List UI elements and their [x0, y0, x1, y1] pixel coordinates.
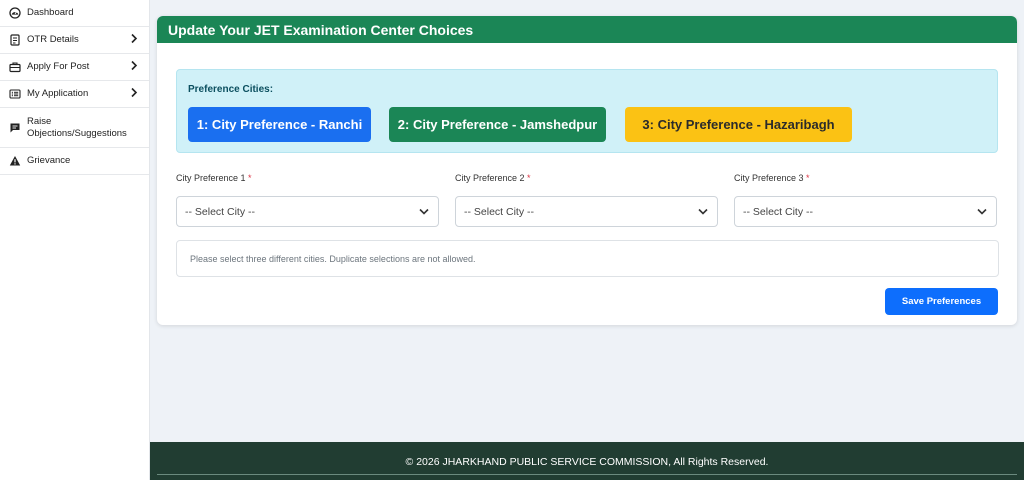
sidebar-item-grievance[interactable]: Grievance: [0, 148, 149, 175]
field-label-text: City Preference 3: [734, 173, 804, 183]
preference-cities-title: Preference Cities:: [188, 84, 274, 95]
city-preference-3-select[interactable]: -- Select City --: [734, 196, 997, 227]
city-preference-3-field: City Preference 3 * -- Select City --: [734, 173, 997, 227]
duplicate-warning-note: Please select three different cities. Du…: [176, 240, 999, 277]
sidebar-item-apply-for-post[interactable]: Apply For Post: [0, 54, 149, 81]
sidebar: Dashboard OTR Details Apply For Post My …: [0, 0, 150, 480]
footer-divider: [157, 474, 1017, 475]
preference-chip-3: 3: City Preference - Hazaribagh: [625, 107, 852, 142]
city-preference-1-field: City Preference 1 * -- Select City --: [176, 173, 439, 227]
city-preference-1-select[interactable]: -- Select City --: [176, 196, 439, 227]
footer: © 2026 JHARKHAND PUBLIC SERVICE COMMISSI…: [150, 442, 1024, 480]
chevron-right-icon: [130, 87, 138, 101]
select-value: -- Select City --: [185, 206, 256, 218]
field-label-text: City Preference 1: [176, 173, 246, 183]
warning-icon: [9, 155, 21, 167]
preference-chip-1: 1: City Preference - Ranchi: [188, 107, 371, 142]
sidebar-item-label: Apply For Post: [27, 61, 90, 72]
main-content: Update Your JET Examination Center Choic…: [150, 0, 1024, 442]
sidebar-item-label: Grievance: [27, 155, 71, 166]
preferences-card: Update Your JET Examination Center Choic…: [157, 16, 1017, 325]
select-value: -- Select City --: [464, 206, 535, 218]
sidebar-item-label: Dashboard: [27, 7, 74, 18]
field-label: City Preference 3 *: [734, 173, 997, 187]
preference-cities-panel: Preference Cities: 1: City Preference - …: [176, 69, 998, 153]
required-marker: *: [527, 173, 531, 183]
card-title: Update Your JET Examination Center Choic…: [157, 16, 1017, 43]
field-label: City Preference 2 *: [455, 173, 718, 187]
chevron-down-icon: [698, 197, 708, 227]
sidebar-item-raise-objections[interactable]: Raise Objections/Suggestions: [0, 108, 149, 148]
list-icon: [9, 88, 21, 100]
required-marker: *: [248, 173, 252, 183]
sidebar-item-my-application[interactable]: My Application: [0, 81, 149, 108]
required-marker: *: [806, 173, 810, 183]
comment-icon: [9, 122, 21, 134]
chevron-right-icon: [130, 33, 138, 47]
dashboard-icon: [9, 7, 21, 19]
sidebar-item-label: OTR Details: [27, 34, 79, 45]
chevron-down-icon: [419, 197, 429, 227]
field-label: City Preference 1 *: [176, 173, 439, 187]
sidebar-item-label: My Application: [27, 88, 89, 99]
sidebar-item-dashboard[interactable]: Dashboard: [0, 0, 149, 27]
sidebar-item-label: Raise Objections/Suggestions: [27, 115, 127, 139]
save-preferences-button[interactable]: Save Preferences: [885, 288, 998, 315]
footer-copyright: © 2026 JHARKHAND PUBLIC SERVICE COMMISSI…: [405, 456, 769, 468]
preference-chip-2: 2: City Preference - Jamshedpur: [389, 107, 606, 142]
city-preference-2-select[interactable]: -- Select City --: [455, 196, 718, 227]
chevron-down-icon: [977, 197, 987, 227]
briefcase-icon: [9, 61, 21, 73]
sidebar-item-otr-details[interactable]: OTR Details: [0, 27, 149, 54]
id-card-icon: [9, 34, 21, 46]
field-label-text: City Preference 2: [455, 173, 525, 183]
city-preference-2-field: City Preference 2 * -- Select City --: [455, 173, 718, 227]
chevron-right-icon: [130, 60, 138, 74]
select-value: -- Select City --: [743, 206, 814, 218]
